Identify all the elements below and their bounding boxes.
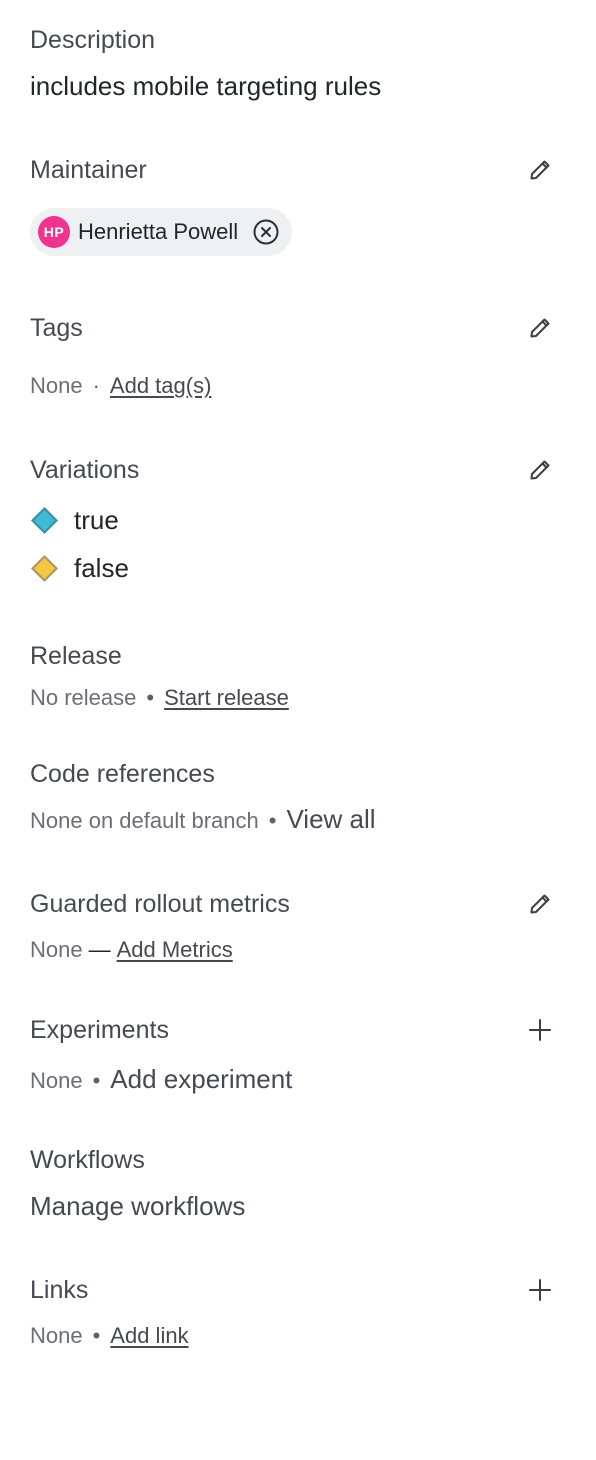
variation-true-diamond-icon (31, 506, 58, 534)
experiments-line: None • Add experiment (30, 1065, 292, 1095)
add-link-button[interactable] (524, 1274, 556, 1306)
variation-label: false (74, 552, 129, 583)
edit-variations-button[interactable] (524, 454, 556, 486)
edit-tags-button[interactable] (524, 312, 556, 344)
variation-false-diamond-icon (31, 554, 58, 582)
release-heading: Release (30, 642, 122, 670)
links-status: None (30, 1323, 83, 1348)
variation-item-true: true (30, 502, 119, 538)
guarded-rollout-metrics-status: None (30, 937, 83, 962)
circle-x-icon (253, 219, 279, 245)
release-status: No release (30, 685, 137, 710)
add-experiment-link[interactable]: Add experiment (110, 1065, 292, 1093)
experiments-status: None (30, 1068, 83, 1093)
guarded-rollout-metrics-line: None — Add Metrics (30, 936, 233, 964)
plus-icon (529, 1019, 551, 1041)
experiments-heading: Experiments (30, 1016, 169, 1044)
release-separator: • (146, 685, 155, 710)
workflows-heading: Workflows (30, 1146, 145, 1174)
view-all-link[interactable]: View all (286, 805, 375, 833)
code-references-line: None on default branch • View all (30, 805, 376, 835)
code-references-status: None on default branch (30, 808, 259, 833)
variation-label: true (74, 504, 119, 535)
pencil-icon (530, 160, 550, 180)
tags-none-text: None (30, 373, 83, 398)
maintainer-name: Henrietta Powell (78, 219, 239, 244)
maintainer-chip: HP Henrietta Powell (30, 208, 293, 256)
edit-guarded-rollout-metrics-button[interactable] (524, 888, 556, 920)
guarded-rollout-metrics-separator: — (88, 937, 111, 962)
guarded-rollout-metrics-heading: Guarded rollout metrics (30, 890, 290, 918)
avatar: HP (38, 216, 70, 248)
tags-separator: · (92, 373, 100, 398)
plus-icon (529, 1279, 551, 1301)
code-references-separator: • (268, 808, 277, 833)
start-release-link[interactable]: Start release (164, 684, 289, 712)
variations-heading: Variations (30, 456, 140, 484)
maintainer-heading: Maintainer (30, 156, 147, 184)
description-heading: Description (30, 26, 156, 54)
pencil-icon (530, 460, 550, 480)
code-references-heading: Code references (30, 760, 215, 788)
links-heading: Links (30, 1276, 89, 1304)
variation-item-false: false (30, 550, 129, 586)
add-experiment-button[interactable] (524, 1014, 556, 1046)
experiments-separator: • (92, 1068, 101, 1093)
tags-heading: Tags (30, 314, 83, 342)
tags-line: None · Add tag(s) (30, 372, 211, 400)
pencil-icon (530, 318, 550, 338)
remove-maintainer-button[interactable] (252, 218, 280, 246)
links-line: None • Add link (30, 1322, 189, 1350)
add-tags-link[interactable]: Add tag(s) (110, 372, 212, 400)
pencil-icon (530, 894, 550, 914)
edit-maintainer-button[interactable] (524, 154, 556, 186)
add-metrics-link[interactable]: Add Metrics (117, 936, 233, 964)
add-link-link[interactable]: Add link (110, 1322, 188, 1350)
manage-workflows-link[interactable]: Manage workflows (30, 1190, 245, 1222)
links-separator: • (92, 1323, 101, 1348)
description-text: includes mobile targeting rules (30, 71, 382, 101)
release-line: No release • Start release (30, 684, 289, 712)
